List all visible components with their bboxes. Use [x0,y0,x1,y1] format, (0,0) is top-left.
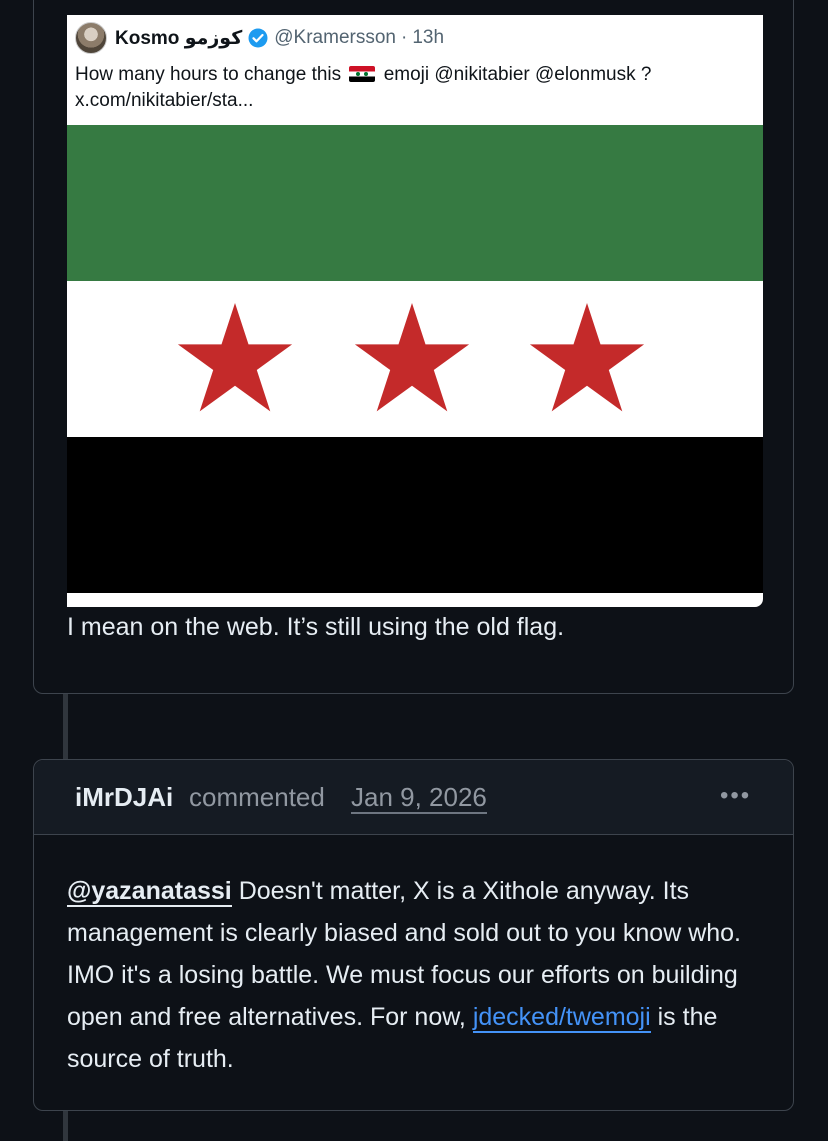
tweet-header: Kosmo كوزمو @Kramersson · 13h [75,22,445,54]
comment-card: iMrDJAi commented Jan 9, 2026 ••• @yazan… [33,759,794,1111]
comment-author-link[interactable]: iMrDJAi [75,782,173,813]
timeline-connector [63,694,68,759]
comment-action-label: commented [189,782,325,812]
flag-emoji-icon [349,66,376,82]
comment-card: Kosmo كوزمو @Kramersson · 13h How many h… [33,0,794,694]
tweet-text-start: How many hours to change this [75,64,342,85]
tweet-separator: · [400,27,408,48]
verified-badge-icon [248,28,268,48]
embedded-tweet-image[interactable]: Kosmo كوزمو @Kramersson · 13h How many h… [67,15,763,607]
more-options-icon[interactable]: ••• [720,782,751,810]
timeline-connector [63,1111,68,1141]
user-mention-link[interactable]: @yazanatassi [67,877,232,907]
comment-header: iMrDJAi commented Jan 9, 2026 ••• [34,760,793,835]
comment-date-link[interactable]: Jan 9, 2026 [351,782,487,814]
tweet-text-end: emoji @nikitabier @elonmusk ? [383,64,652,85]
tweet-handle: @Kramersson [274,27,396,48]
comment-body: I mean on the web. It’s still using the … [67,613,565,641]
comment-body: @yazanatassi Doesn't matter, X is a Xith… [67,870,767,1080]
tweet-text: How many hours to change this emoji @nik… [75,62,755,114]
flag-image [67,125,763,593]
tweet-time: 13h [412,27,445,48]
repository-link[interactable]: jdecked/twemoji [472,1003,651,1033]
tweet-link: x.com/nikitabier/sta... [75,90,254,111]
tweet-author-name: Kosmo كوزمو [115,27,243,49]
avatar [75,22,107,54]
